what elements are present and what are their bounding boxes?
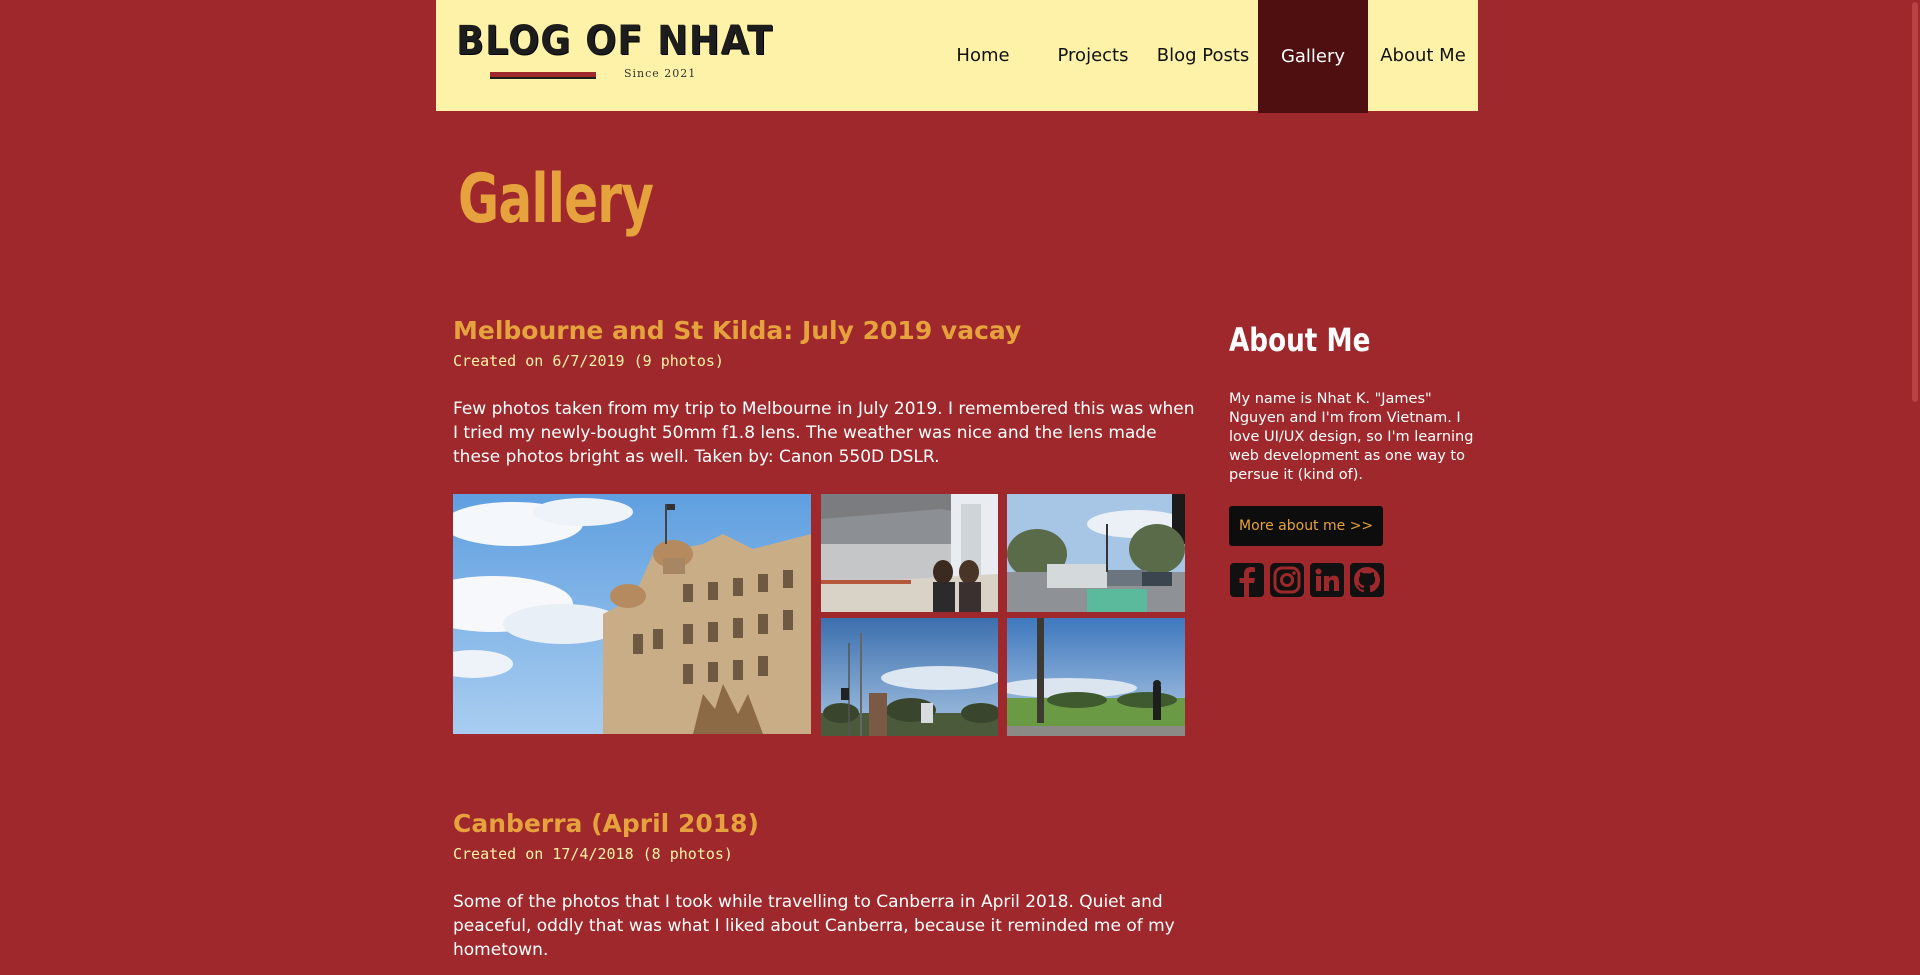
album-meta: Created on 17/4/2018 (8 photos) <box>453 845 733 863</box>
main-nav: Home Projects Blog Posts Gallery About M… <box>928 0 1478 113</box>
album-melbourne: Melbourne and St Kilda: July 2019 vacay … <box>453 314 1203 469</box>
album-title[interactable]: Canberra (April 2018) <box>453 807 1203 841</box>
photo-park[interactable] <box>1007 618 1185 736</box>
nav-blog-posts[interactable]: Blog Posts <box>1148 0 1258 111</box>
sidebar-title: About Me <box>1229 321 1371 359</box>
photo-palm-sky[interactable] <box>821 618 998 736</box>
page: BLOG OF NHAT Since 2021 Home Projects Bl… <box>0 0 1920 975</box>
logo-underline <box>490 72 596 79</box>
nav-projects[interactable]: Projects <box>1038 0 1148 111</box>
sidebar-text: My name is Nhat K. "James" Nguyen and I'… <box>1229 391 1474 483</box>
photo-station[interactable] <box>821 494 998 612</box>
more-about-me-button[interactable]: More about me >> <box>1229 506 1384 546</box>
album-meta: Created on 6/7/2019 (9 photos) <box>453 352 724 370</box>
album-description: Few photos taken from my trip to Melbour… <box>453 399 1195 467</box>
nav-about-me[interactable]: About Me <box>1368 0 1478 111</box>
scrollbar-thumb[interactable] <box>1912 2 1918 402</box>
photo-street-tram[interactable] <box>1007 494 1185 612</box>
social-links <box>1229 562 1474 598</box>
photo-grid <box>453 494 1185 736</box>
album-canberra: Canberra (April 2018) Created on 17/4/20… <box>453 807 1203 962</box>
linkedin-icon[interactable] <box>1309 562 1345 598</box>
album-title[interactable]: Melbourne and St Kilda: July 2019 vacay <box>453 314 1203 348</box>
page-title: Gallery <box>458 160 654 239</box>
facebook-icon[interactable] <box>1229 562 1265 598</box>
album-description: Some of the photos that I took while tra… <box>453 892 1175 960</box>
site-header: BLOG OF NHAT Since 2021 Home Projects Bl… <box>436 0 1478 113</box>
nav-gallery[interactable]: Gallery <box>1258 0 1368 113</box>
logo-title: BLOG OF NHAT <box>456 18 774 64</box>
nav-home[interactable]: Home <box>928 0 1038 111</box>
about-sidebar: About Me My name is Nhat K. "James" Nguy… <box>1229 320 1474 598</box>
page-scrollbar[interactable] <box>1910 0 1920 975</box>
instagram-icon[interactable] <box>1269 562 1305 598</box>
logo-since: Since 2021 <box>624 67 697 80</box>
github-icon[interactable] <box>1349 562 1385 598</box>
photo-building[interactable] <box>453 494 811 734</box>
site-logo[interactable]: BLOG OF NHAT Since 2021 <box>456 16 772 86</box>
